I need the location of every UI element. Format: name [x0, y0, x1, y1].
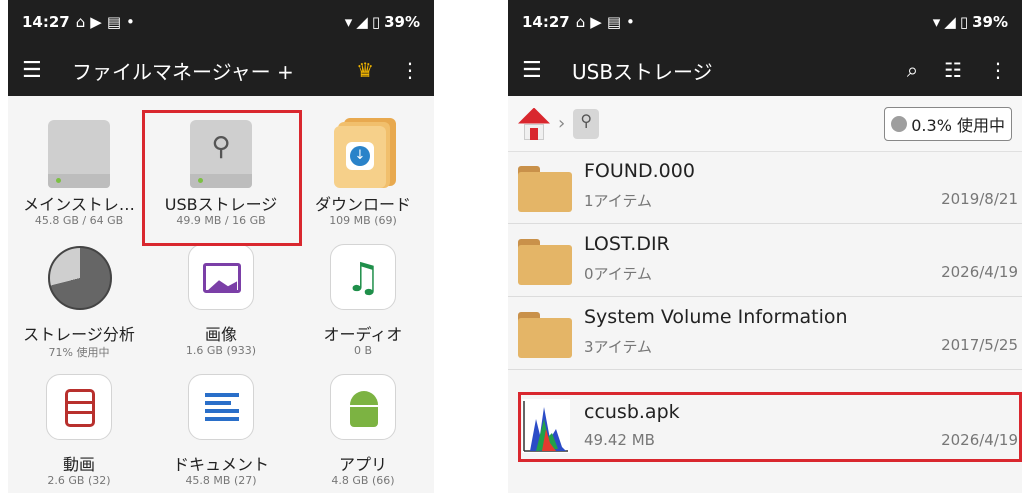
- battery-icon: ▯: [371, 13, 381, 31]
- usage-text: 0.3% 使用中: [911, 115, 1005, 135]
- file-name: FOUND.000: [584, 160, 695, 182]
- item-label: メインストレ…: [23, 195, 135, 214]
- wifi-icon: ▾: [344, 13, 353, 31]
- signal-icon: ◢: [944, 13, 956, 31]
- youtube-icon: ▶: [90, 13, 102, 31]
- item-sub: 45.8 MB (27): [185, 474, 257, 487]
- home-icon: ⌂: [75, 13, 86, 31]
- file-row[interactable]: FOUND.000 1アイテム 2019/8/21: [508, 152, 1022, 224]
- status-bar: 14:27 ⌂ ▶ ▤ • ▾ ◢ ▯ 39%: [508, 0, 1022, 44]
- app-bar: ☰ USBストレージ ⌕ ☷ ⋮: [508, 44, 1022, 96]
- documents-item[interactable]: ドキュメント 45.8 MB (27): [150, 356, 292, 487]
- menu-icon[interactable]: ☰: [22, 58, 58, 83]
- item-label: ストレージ分析: [23, 325, 135, 344]
- android-icon: [330, 374, 396, 440]
- status-time: 14:27: [22, 13, 70, 31]
- signal-icon: ◢: [356, 13, 368, 31]
- file-meta: 3アイテム: [584, 338, 653, 356]
- file-meta: 1アイテム: [584, 192, 653, 210]
- more-options-icon[interactable]: ⋮: [400, 58, 420, 82]
- menu-icon[interactable]: ☰: [522, 58, 558, 83]
- chevron-right-icon: ›: [558, 113, 566, 134]
- file-row[interactable]: System Volume Information 3アイテム 2017/5/2…: [508, 298, 1022, 370]
- battery-level: 39%: [972, 13, 1008, 31]
- app-bar: ☰ ファイルマネージャー + ♛ ⋮: [8, 44, 434, 96]
- home-icon[interactable]: [518, 107, 550, 140]
- item-label: 動画: [62, 455, 95, 474]
- item-sub: 2.6 GB (32): [47, 474, 111, 487]
- status-bar: 14:27 ⌂ ▶ ▤ • ▾ ◢ ▯ 39%: [8, 0, 434, 44]
- file-name: LOST.DIR: [584, 233, 670, 255]
- crown-icon[interactable]: ♛: [356, 58, 374, 82]
- dot-icon: •: [626, 13, 635, 31]
- document-icon: [188, 374, 254, 440]
- item-sub: 4.8 GB (66): [331, 474, 395, 487]
- film-icon: [46, 374, 112, 440]
- file-name: System Volume Information: [584, 306, 848, 328]
- usage-badge[interactable]: 0.3% 使用中: [884, 106, 1012, 141]
- item-label: ダウンロード: [314, 195, 411, 214]
- apk-file-highlight: [518, 392, 1022, 462]
- news-icon: ▤: [606, 13, 622, 31]
- download-item[interactable]: ↓ ダウンロード 109 MB (69): [292, 96, 434, 227]
- folder-icon: [518, 166, 572, 212]
- item-label: ドキュメント: [172, 455, 269, 474]
- file-date: 2019/8/21: [941, 190, 1018, 208]
- file-manager-home-screen: 14:27 ⌂ ▶ ▤ • ▾ ◢ ▯ 39% ☰ ファイルマネージャー + ♛…: [8, 0, 434, 493]
- storage-analysis-item[interactable]: ストレージ分析 71% 使用中: [8, 226, 150, 359]
- file-date: 2017/5/25: [941, 336, 1018, 354]
- status-time: 14:27: [522, 13, 570, 31]
- item-label: 画像: [204, 325, 237, 344]
- battery-icon: ▯: [959, 13, 969, 31]
- search-icon[interactable]: ⌕: [907, 58, 918, 82]
- download-folder-icon: ↓: [334, 118, 396, 188]
- home-icon: ⌂: [575, 13, 586, 31]
- battery-level: 39%: [384, 13, 420, 31]
- file-meta: 0アイテム: [584, 265, 653, 283]
- folder-icon: [518, 239, 572, 285]
- filter-icon[interactable]: ☷: [944, 58, 962, 82]
- usage-dot-icon: [891, 115, 908, 132]
- usb-drive-icon[interactable]: ⚲: [573, 108, 600, 139]
- hard-drive-icon: [48, 120, 110, 188]
- usb-storage-highlight: [142, 110, 302, 246]
- image-icon: [188, 244, 254, 310]
- folder-icon: [518, 312, 572, 358]
- item-label: オーディオ: [323, 325, 403, 344]
- file-row[interactable]: LOST.DIR 0アイテム 2026/4/19: [508, 225, 1022, 297]
- apps-item[interactable]: アプリ 4.8 GB (66): [292, 356, 434, 487]
- pie-chart-icon: [48, 246, 112, 310]
- file-date: 2026/4/19: [941, 263, 1018, 281]
- dot-icon: •: [126, 13, 135, 31]
- wifi-icon: ▾: [932, 13, 941, 31]
- app-title: ファイルマネージャー +: [72, 59, 294, 84]
- more-options-icon[interactable]: ⋮: [988, 58, 1008, 82]
- news-icon: ▤: [106, 13, 122, 31]
- audio-item[interactable]: ♫ オーディオ 0 B: [292, 226, 434, 357]
- music-note-icon: ♫: [330, 244, 396, 310]
- breadcrumb: › ⚲ 0.3% 使用中: [508, 96, 1022, 152]
- main-storage-item[interactable]: メインストレ… 45.8 GB / 64 GB: [8, 96, 150, 227]
- youtube-icon: ▶: [590, 13, 602, 31]
- usb-storage-screen: 14:27 ⌂ ▶ ▤ • ▾ ◢ ▯ 39% ☰ USBストレージ ⌕ ☷ ⋮…: [508, 0, 1022, 493]
- item-label: アプリ: [338, 455, 387, 474]
- app-title: USBストレージ: [572, 59, 713, 84]
- video-item[interactable]: 動画 2.6 GB (32): [8, 356, 150, 487]
